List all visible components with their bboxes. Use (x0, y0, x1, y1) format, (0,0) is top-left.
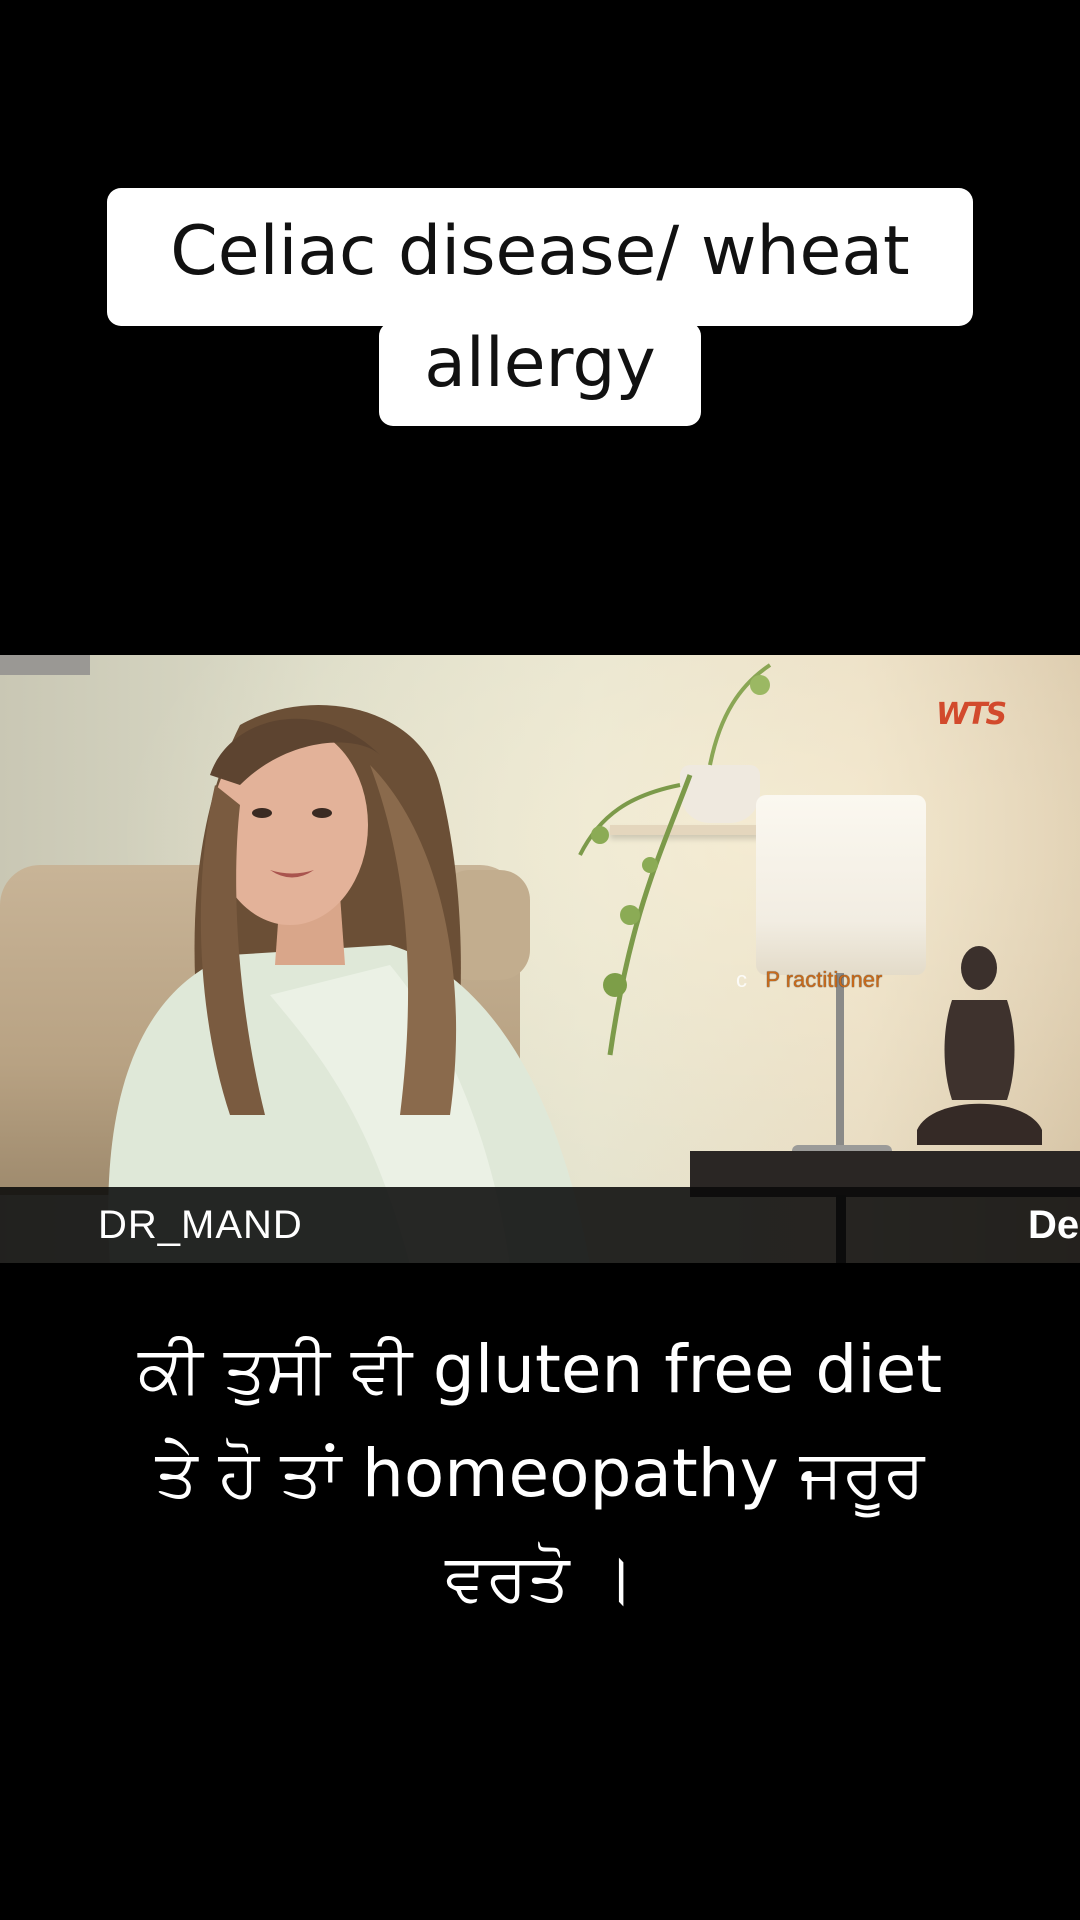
name-bar-scrolling-text: De (1028, 1203, 1080, 1247)
bottom-caption: ਕੀ ਤੁਸੀ ਵੀ gluten free diet ਤੇ ਹੋ ਤਾਂ ho… (40, 1318, 1040, 1630)
title-caption: Celiac disease/ wheat allergy (0, 188, 1080, 426)
bottom-caption-line-2: ਤੇ ਹੋ ਤਾਂ homeopathy ਜਰੂਰ (155, 1435, 925, 1512)
title-caption-line-2: allergy (379, 322, 701, 426)
name-bar-label: DR_MAND (98, 1203, 303, 1247)
overlay-prefix: c (736, 967, 747, 992)
table-lamp-shade (756, 795, 926, 975)
picture-frame-edge (0, 655, 90, 675)
video-frame[interactable]: WTS c P ractitioner DR_MAND De (0, 655, 1080, 1263)
bottom-caption-line-1: ਕੀ ਤੁਸੀ ਵੀ gluten free diet (137, 1331, 943, 1408)
overlay-practitioner: P ractitioner (765, 967, 883, 992)
speaker-person (108, 705, 590, 1263)
buddha-statue (917, 946, 1042, 1145)
channel-watermark: WTS (936, 697, 1007, 732)
table-lamp-pole (836, 973, 844, 1153)
name-bar: DR_MAND De (0, 1187, 1080, 1263)
bottom-caption-line-3: ਵਰਤੋ । (445, 1539, 635, 1616)
video-overlay-text: c P ractitioner (736, 967, 882, 993)
title-caption-line-1: Celiac disease/ wheat (107, 188, 973, 326)
